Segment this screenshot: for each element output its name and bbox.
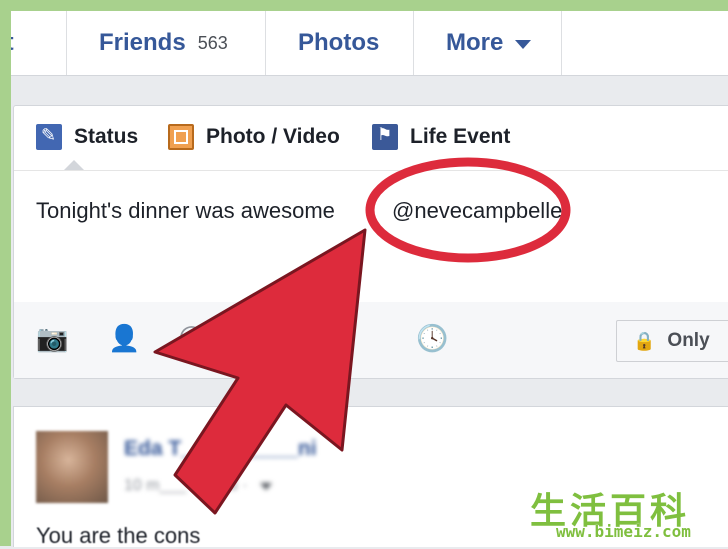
camera-icon[interactable]: 📷 (36, 324, 68, 354)
status-text-input[interactable]: Tonight's dinner was awesome (36, 198, 335, 224)
status-composer: Status Photo / Video Life Event Tonight'… (13, 105, 728, 379)
tab-photo-video-label: Photo / Video (206, 125, 340, 148)
privacy-button[interactable]: 🔒 Only (616, 320, 728, 362)
composer-actions: 📷 👤 ☺ ati 🕓 🔒 Only (14, 302, 728, 378)
feeling-icon[interactable]: ☺ (178, 324, 205, 354)
privacy-label: Only (667, 330, 710, 351)
location-label: ati (336, 334, 354, 353)
composer-tabs: Status Photo / Video Life Event (14, 106, 728, 170)
nav-more-label: More (446, 29, 504, 56)
photo-icon (168, 124, 194, 150)
tab-status[interactable]: Status (36, 124, 138, 150)
post-meta: 10 m___ Makati · (124, 477, 273, 495)
clock-icon[interactable]: 🕓 (416, 324, 448, 354)
tab-status-label: Status (74, 125, 139, 148)
audience-caret-icon[interactable] (260, 483, 273, 490)
mention-tag[interactable]: @nevecampbelle (392, 198, 562, 224)
post-meta-text: 10 m___ Makati · (124, 477, 253, 494)
active-tab-pointer (64, 160, 84, 170)
post-author[interactable]: Eda T___g-B____ni (124, 437, 317, 461)
divider (14, 170, 728, 171)
nav-friends-tab[interactable]: Friends 563 (67, 11, 266, 75)
chevron-down-icon (515, 39, 532, 49)
pencil-icon (36, 124, 62, 150)
avatar[interactable] (36, 431, 108, 503)
profile-nav: ut Friends 563 Photos More (11, 11, 728, 76)
nav-friends-label: Friends (99, 29, 186, 56)
tab-photo-video[interactable]: Photo / Video (168, 124, 340, 150)
watermark: 生活百科 www.bimeiz.com (520, 480, 728, 546)
nav-photos-tab[interactable]: Photos (266, 11, 414, 75)
lock-icon: 🔒 (633, 330, 656, 352)
nav-about-tab[interactable]: ut (11, 11, 67, 75)
tab-life-event-label: Life Event (410, 125, 511, 148)
flag-icon (372, 124, 398, 150)
tag-friends-icon[interactable]: 👤 (108, 324, 140, 354)
friends-count: 563 (197, 32, 228, 53)
watermark-url: www.bimeiz.com (556, 522, 691, 541)
post-body: You are the cons (36, 523, 201, 548)
nav-more-tab[interactable]: More (414, 11, 562, 75)
tab-life-event[interactable]: Life Event (372, 124, 510, 150)
